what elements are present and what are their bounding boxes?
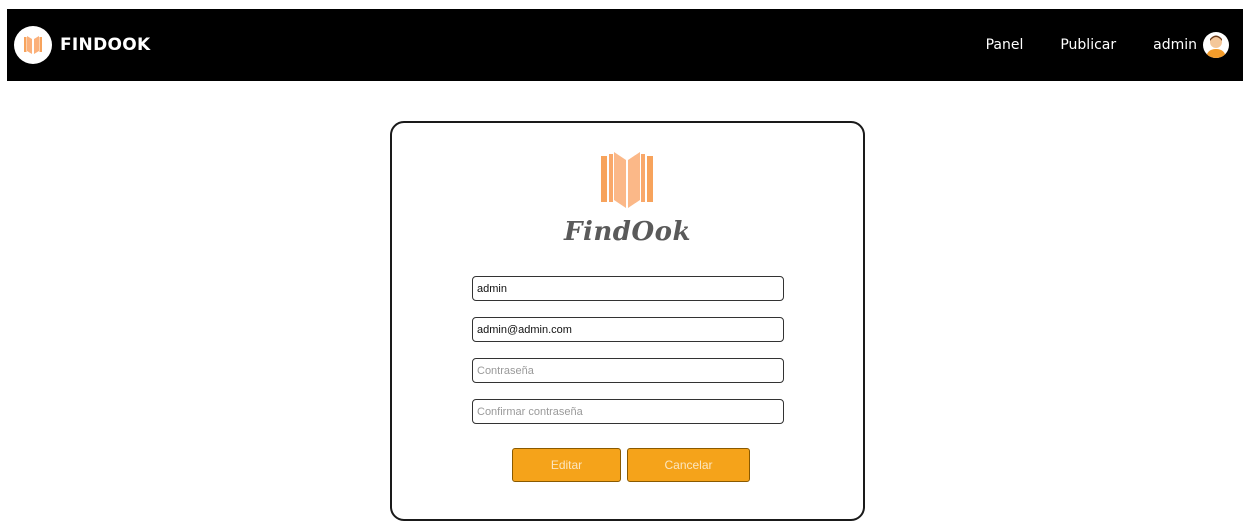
username-field[interactable] bbox=[472, 276, 784, 301]
nav-link-panel[interactable]: Panel bbox=[986, 37, 1024, 53]
user-avatar-icon bbox=[1203, 32, 1229, 58]
top-navbar: FINDOOK Panel Publicar admin bbox=[7, 9, 1243, 81]
edit-profile-card: FindOok Editar Cancelar bbox=[390, 121, 865, 521]
brand-logo bbox=[14, 26, 52, 64]
email-field[interactable] bbox=[472, 317, 784, 342]
open-book-icon bbox=[24, 36, 42, 54]
nav-links: Panel Publicar admin bbox=[949, 32, 1229, 58]
user-menu[interactable]: admin bbox=[1153, 32, 1229, 58]
app-title: FindOok bbox=[564, 217, 691, 247]
confirm-password-field[interactable] bbox=[472, 399, 784, 424]
user-name: admin bbox=[1153, 37, 1197, 53]
edit-button[interactable]: Editar bbox=[512, 448, 621, 482]
nav-link-publicar[interactable]: Publicar bbox=[1060, 37, 1116, 53]
brand[interactable]: FINDOOK bbox=[14, 26, 150, 64]
password-field[interactable] bbox=[472, 358, 784, 383]
brand-name: FINDOOK bbox=[60, 35, 151, 55]
open-book-icon bbox=[601, 152, 653, 208]
cancel-button[interactable]: Cancelar bbox=[627, 448, 750, 482]
